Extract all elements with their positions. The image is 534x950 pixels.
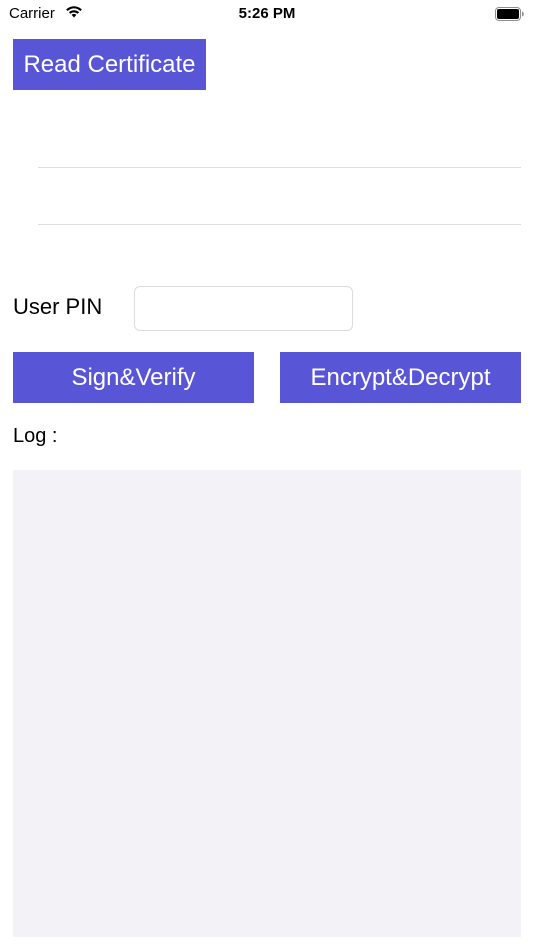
log-label: Log : [13,425,58,447]
status-time: 5:26 PM [238,5,296,22]
user-pin-label: User PIN [13,294,103,319]
read-certificate-button[interactable]: Read Certificate [13,39,206,90]
user-pin-input[interactable] [134,286,353,331]
log-textarea[interactable] [13,470,521,937]
battery-icon [495,7,525,26]
status-bar: Carrier 5:26 PM [0,0,534,28]
encrypt-decrypt-button[interactable]: Encrypt&Decrypt [280,352,521,403]
certificate-divider [38,224,521,225]
certificate-divider [38,167,521,168]
sign-verify-button[interactable]: Sign&Verify [13,352,254,403]
